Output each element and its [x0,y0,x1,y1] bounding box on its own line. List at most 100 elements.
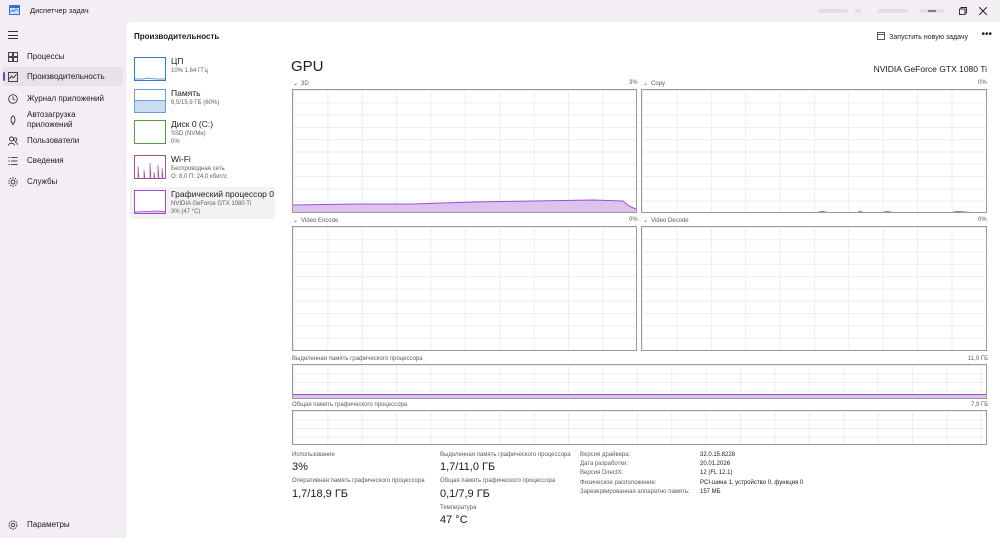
wifi-thumbnail [134,155,166,179]
window-title: Диспетчер задач [30,6,89,15]
nav-item-performance[interactable]: Производительность [3,67,123,86]
nav-item-app-history[interactable]: Журнал приложений [3,89,123,108]
dedicated-mem-graph-label: Выделенная память графического процессор… [292,356,423,362]
perf-item-sub: 3% (47 °C) [171,209,201,215]
dedicated-mem-chart [293,394,986,398]
perf-item-memory[interactable]: Память 9,5/15,9 ГБ (60%) [130,86,275,117]
chevron-down-icon: ⌄ [643,81,649,87]
perf-item-sub: 9,5/15,9 ГБ (60%) [171,100,220,106]
engine-percent: 0% [978,80,987,86]
prop-value: 12 (FL 12.1) [700,470,733,476]
engine-label: Video Decode [651,217,689,224]
cpu-thumbnail [134,57,166,81]
engine-selector-video-encode[interactable]: ⌄ Video Encode [293,217,339,225]
engine-label: Video Encode [301,217,339,224]
minimize-icon [928,10,936,12]
perf-item-sub: О: 8,0 П: 24,0 кбит/с [171,174,227,180]
chevron-down-icon: ⌄ [293,218,299,224]
engine-label: Copy [651,80,666,87]
shared-mem-graph [292,410,987,445]
chevron-down-icon: ⌄ [293,81,299,87]
engine-percent: 0% [978,217,987,223]
perf-item-wifi[interactable]: Wi-Fi Беспроводная сеть О: 8,0 П: 24,0 к… [130,152,275,183]
temperature-label: Температура [440,505,477,511]
minimize-button[interactable] [915,0,949,22]
nav-item-services[interactable]: Службы [3,172,123,191]
app-history-icon [8,93,18,104]
nav-item-label: Сведения [27,156,64,165]
title-bar: Диспетчер задач [0,0,1000,22]
dedicated-mem-graph [292,364,987,399]
temperature-value: 47 °C [440,514,468,526]
close-button[interactable] [966,0,1000,22]
prop-value: PCI-шина 1, устройство 0, функция 0 [700,480,804,486]
perf-item-sub: 10% 1,64 ГГц [171,68,208,74]
shared-mem-chart [293,411,987,445]
gpu-title: GPU [291,58,324,75]
more-icon: ••• [981,29,992,40]
nav-item-label: Автозагрузка приложений [27,110,76,129]
disk-thumbnail [134,120,166,144]
nav-item-label: Службы [27,177,58,186]
engine-selector-3d[interactable]: ⌄ 3D [293,80,309,88]
engine-percent: 0% [629,217,638,223]
gpu-thumbnail [134,190,166,214]
startup-icon [8,115,18,125]
graph-copy [641,89,987,213]
nav-item-label: Параметры [27,520,70,529]
nav-item-label: Пользователи [27,136,80,145]
nav-item-label: Журнал приложений [27,94,104,103]
dedicated-mem-max: 11,0 ГБ [968,356,989,362]
chevron-down-icon: ⌄ [643,218,649,224]
usage-value: 3% [292,461,308,473]
nav-item-users[interactable]: Пользователи [3,131,123,150]
perf-item-name: Wi-Fi [171,154,191,164]
engine-percent: 3% [629,80,638,86]
nav-item-processes[interactable]: Процессы [3,47,123,66]
perf-item-cpu[interactable]: ЦП 10% 1,64 ГГц [130,54,275,85]
page-title: Производительность [134,32,220,41]
gpu-ram-value: 1,7/18,9 ГБ [292,488,348,500]
perf-item-disk[interactable]: Диск 0 (C:) SSD (NVMe) 0% [130,117,275,148]
perf-item-sub: 0% [171,139,180,145]
nav-item-label: Процессы [27,52,65,61]
prop-value: 20.01.2026 [700,461,731,467]
perf-item-sub: SSD (NVMe) [171,131,206,137]
nav-item-label: Производительность [27,72,105,81]
shared-mem-value: 0,1/7,9 ГБ [440,488,490,500]
perf-item-name: Диск 0 (C:) [171,119,214,129]
shared-mem-label: Общая память графического процессора [440,478,556,484]
performance-icon [8,71,18,82]
engine-selector-copy[interactable]: ⌄ Copy [643,80,666,88]
usage-label: Использование [292,452,335,458]
perf-item-sub: NVIDIA GeForce GTX 1080 Ti [171,201,252,207]
perf-item-name: Память [171,88,201,98]
prop-label: Версия драйвера: [580,452,631,458]
engine-selector-video-decode[interactable]: ⌄ Video Decode [643,217,689,225]
perf-item-gpu[interactable]: Графический процессор 0 NVIDIA GeForce G… [130,187,275,219]
copy-usage-chart [817,211,972,212]
task-manager-icon [9,5,20,15]
nav-item-startup[interactable]: Автозагрузка приложений [3,108,123,132]
shared-mem-max: 7,9 ГБ [971,402,989,408]
prop-label: Дата разработки: [580,461,629,467]
engine-label: 3D [301,80,309,87]
run-new-task-button[interactable]: Запустить новую задачу [877,32,968,42]
nav-item-details[interactable]: Сведения [3,151,123,170]
run-task-label: Запустить новую задачу [889,33,968,41]
processes-icon [8,51,18,62]
nav-item-settings[interactable]: Параметры [3,515,123,534]
perf-item-name: ЦП [171,56,184,66]
details-icon [8,156,18,166]
graph-3d [292,89,637,213]
graph-video-decode [641,226,987,351]
blurred-area [855,9,861,13]
hamburger-menu-icon[interactable] [8,31,18,42]
services-icon [8,176,18,187]
prop-value: 157 МБ [700,489,721,495]
run-task-icon [877,32,886,42]
close-icon [979,7,987,15]
prop-label: Зарезервированная аппаратно память: [580,489,690,495]
more-options-button[interactable]: ••• [981,29,992,40]
gear-icon [8,520,18,530]
